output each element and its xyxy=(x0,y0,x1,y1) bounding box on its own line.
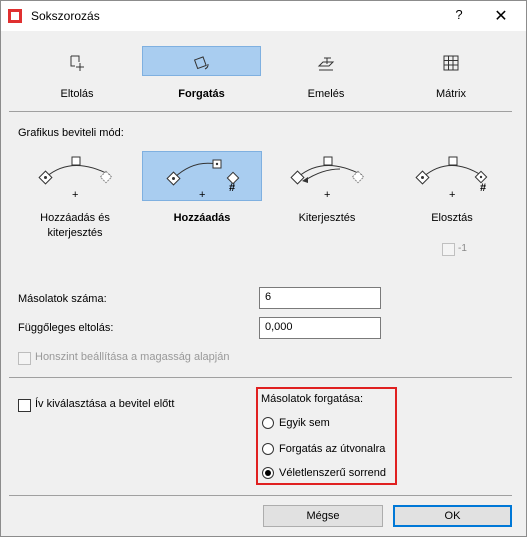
tab-matrix[interactable]: Mátrix xyxy=(392,46,510,100)
tab-label: Eltolás xyxy=(60,88,94,100)
cancel-button[interactable]: Mégse xyxy=(263,505,383,527)
tab-eltolas[interactable]: Eltolás xyxy=(18,46,136,100)
app-icon xyxy=(8,9,22,23)
copies-label: Másolatok száma: xyxy=(18,293,107,305)
elevate-icon xyxy=(317,57,335,71)
tab-label: Emelés xyxy=(307,88,345,100)
ok-button[interactable]: OK xyxy=(393,505,512,527)
minus-one-checkbox[interactable] xyxy=(442,243,455,256)
center-plus: + xyxy=(72,189,79,201)
title-bar: Sokszorozás ? ✕ xyxy=(1,1,526,31)
copies-input[interactable]: 6 xyxy=(259,287,381,309)
arc-label: Ív kiválasztása a bevitel előtt xyxy=(35,398,175,410)
vertical-offset-input[interactable]: 0,000 xyxy=(259,317,381,339)
input-mode-label: Grafikus beviteli mód: xyxy=(18,127,124,139)
minus-one-label: -1 xyxy=(458,243,467,254)
separator xyxy=(9,111,512,112)
mode-label: Kiterjesztés xyxy=(298,212,356,224)
center-plus: + xyxy=(449,189,456,201)
tab-forgatas[interactable] xyxy=(142,46,261,76)
matrix-icon xyxy=(443,55,459,71)
help-button[interactable]: ? xyxy=(447,7,471,27)
vertical-offset-label: Függőleges eltolás: xyxy=(18,322,114,334)
separator xyxy=(9,377,512,378)
rotate-icon xyxy=(193,56,208,70)
story-label: Honszint beállítása a magasság alapján xyxy=(35,351,230,363)
radio-random-order-label: Véletlenszerű sorrend xyxy=(279,467,387,479)
move-icon xyxy=(70,55,84,71)
mode-label: Elosztás xyxy=(431,212,473,224)
center-plus: + xyxy=(199,189,206,201)
radio-random-order[interactable] xyxy=(262,467,274,479)
dialog-window: Sokszorozás ? ✕ Eltolás Forgatás Emelés … xyxy=(0,0,527,537)
center-plus: + xyxy=(324,189,331,201)
rotation-title: Másolatok forgatása: xyxy=(261,393,364,405)
count-hash: # xyxy=(480,182,487,194)
tab-emeles[interactable]: Emelés xyxy=(267,46,385,100)
close-button[interactable]: ✕ xyxy=(489,6,513,26)
tab-label: Mátrix xyxy=(436,88,466,100)
mode-label: Hozzáadás xyxy=(173,212,231,224)
window-title: Sokszorozás xyxy=(31,9,100,23)
mode-label: Hozzáadás és kiterjesztés xyxy=(40,212,110,239)
count-hash: # xyxy=(229,182,236,194)
arc-checkbox[interactable] xyxy=(18,399,31,412)
radio-along-path-label: Forgatás az útvonalra xyxy=(279,443,386,455)
radio-none[interactable] xyxy=(262,417,274,429)
separator xyxy=(9,495,512,496)
radio-along-path[interactable] xyxy=(262,443,274,455)
tab-label-active: Forgatás xyxy=(178,88,225,100)
radio-none-label: Egyik sem xyxy=(279,417,330,429)
story-checkbox[interactable] xyxy=(18,352,31,365)
